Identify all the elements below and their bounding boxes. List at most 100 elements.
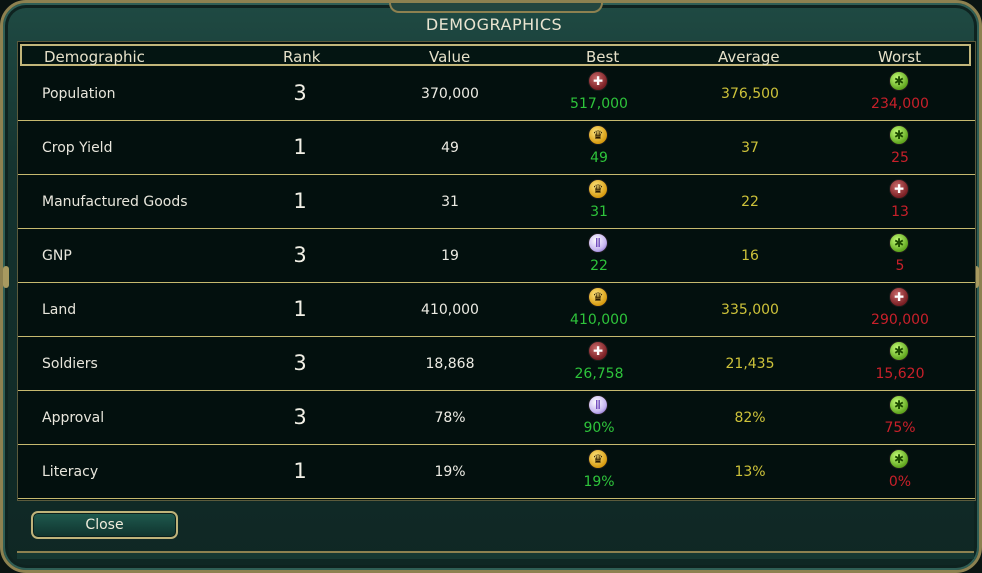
cross-icon: ✚ [889,179,909,199]
average-value: 22 [741,194,759,210]
average-value: 13% [734,464,766,480]
average-value: 376,500 [721,86,779,102]
table-row: Manufactured Goods 1 31 ♛ 31 22 ✚ 13 [18,176,975,229]
best-cell: ♛ 410,000 [549,284,649,336]
rank-value: 3 [293,243,307,267]
best-value: 22 [590,258,608,274]
average-value: 335,000 [721,302,779,318]
cross-icon: ✚ [588,341,608,361]
demographics-table: Demographic Rank Value Best Average Wors… [17,41,976,501]
cross-icon: ✚ [588,71,608,91]
best-value: 49 [590,150,608,166]
table-row: Population 3 370,000 ✚ 517,000 376,500 ✱… [18,68,975,121]
bottom-frame-edge [17,551,974,559]
rank-value: 1 [293,189,307,213]
worst-cell: ✱ 75% [850,392,950,444]
table-row: Soldiers 3 18,868 ✚ 26,758 21,435 ✱ 15,6… [18,338,975,391]
column-header-demographic: Demographic [44,48,145,66]
column-header-value: Value [429,48,471,66]
arch-icon: Ⅱ [588,395,608,415]
average-value: 82% [734,410,766,426]
eagle-icon: ♛ [588,125,608,145]
eagle-icon: ♛ [588,179,608,199]
worst-value: 290,000 [871,312,929,328]
average-value: 37 [741,140,759,156]
eagle-icon: ♛ [588,449,608,469]
demographic-name: Approval [42,410,105,426]
best-value: 26,758 [574,366,624,382]
best-cell: ♛ 31 [549,176,649,228]
table-row: GNP 3 19 Ⅱ 22 16 ✱ 5 [18,230,975,283]
demographic-name: GNP [42,248,72,264]
player-value: 78% [434,410,466,426]
star-icon: ✱ [889,71,909,91]
best-cell: Ⅱ 90% [549,392,649,444]
average-value: 16 [741,248,759,264]
player-value: 49 [441,140,459,156]
column-header-best: Best [586,48,620,66]
best-value: 31 [590,204,608,220]
best-cell: ✚ 517,000 [549,68,649,120]
worst-cell: ✚ 290,000 [850,284,950,336]
player-value: 18,868 [425,356,475,372]
close-button[interactable]: Close [31,511,178,539]
worst-cell: ✱ 0% [850,446,950,498]
column-header-rank: Rank [283,48,321,66]
eagle-icon: ♛ [588,287,608,307]
rank-value: 3 [293,81,307,105]
rank-value: 3 [293,405,307,429]
best-cell: ♛ 49 [549,122,649,174]
worst-cell: ✱ 234,000 [850,68,950,120]
demographics-window: DEMOGRAPHICS Demographic Rank Value Best… [0,0,982,573]
best-value: 410,000 [570,312,628,328]
player-value: 410,000 [421,302,479,318]
star-icon: ✱ [889,125,909,145]
demographic-name: Soldiers [42,356,98,372]
worst-cell: ✱ 25 [850,122,950,174]
demographic-name: Population [42,86,116,102]
left-edge-knob [3,266,9,288]
star-icon: ✱ [889,449,909,469]
best-cell: ✚ 26,758 [549,338,649,390]
table-row: Crop Yield 1 49 ♛ 49 37 ✱ 25 [18,122,975,175]
table-row: Land 1 410,000 ♛ 410,000 335,000 ✚ 290,0… [18,284,975,337]
table-row: Approval 3 78% Ⅱ 90% 82% ✱ 75% [18,392,975,445]
rank-value: 1 [293,297,307,321]
best-value: 517,000 [570,96,628,112]
best-value: 19% [583,474,615,490]
star-icon: ✱ [889,395,909,415]
best-value: 90% [583,420,615,436]
table-header: Demographic Rank Value Best Average Wors… [20,44,971,66]
player-value: 19% [434,464,466,480]
worst-cell: ✱ 5 [850,230,950,282]
average-value: 21,435 [725,356,775,372]
worst-value: 15,620 [875,366,925,382]
demographic-name: Literacy [42,464,99,480]
player-value: 370,000 [421,86,479,102]
rank-value: 3 [293,351,307,375]
best-cell: Ⅱ 22 [549,230,649,282]
worst-value: 0% [888,474,912,490]
window-title: DEMOGRAPHICS [425,15,563,34]
column-header-worst: Worst [878,48,921,66]
table-row: Literacy 1 19% ♛ 19% 13% ✱ 0% [18,446,975,499]
star-icon: ✱ [889,233,909,253]
worst-value: 75% [884,420,916,436]
worst-cell: ✚ 13 [850,176,950,228]
rank-value: 1 [293,459,307,483]
worst-value: 25 [891,150,909,166]
title-bar: DEMOGRAPHICS [3,3,982,43]
demographic-name: Crop Yield [42,140,113,156]
worst-value: 13 [891,204,909,220]
best-cell: ♛ 19% [549,446,649,498]
demographic-name: Land [42,302,77,318]
player-value: 31 [441,194,459,210]
rank-value: 1 [293,135,307,159]
demographic-name: Manufactured Goods [42,194,188,210]
cross-icon: ✚ [889,287,909,307]
worst-value: 234,000 [871,96,929,112]
worst-cell: ✱ 15,620 [850,338,950,390]
star-icon: ✱ [889,341,909,361]
worst-value: 5 [895,258,905,274]
player-value: 19 [441,248,459,264]
